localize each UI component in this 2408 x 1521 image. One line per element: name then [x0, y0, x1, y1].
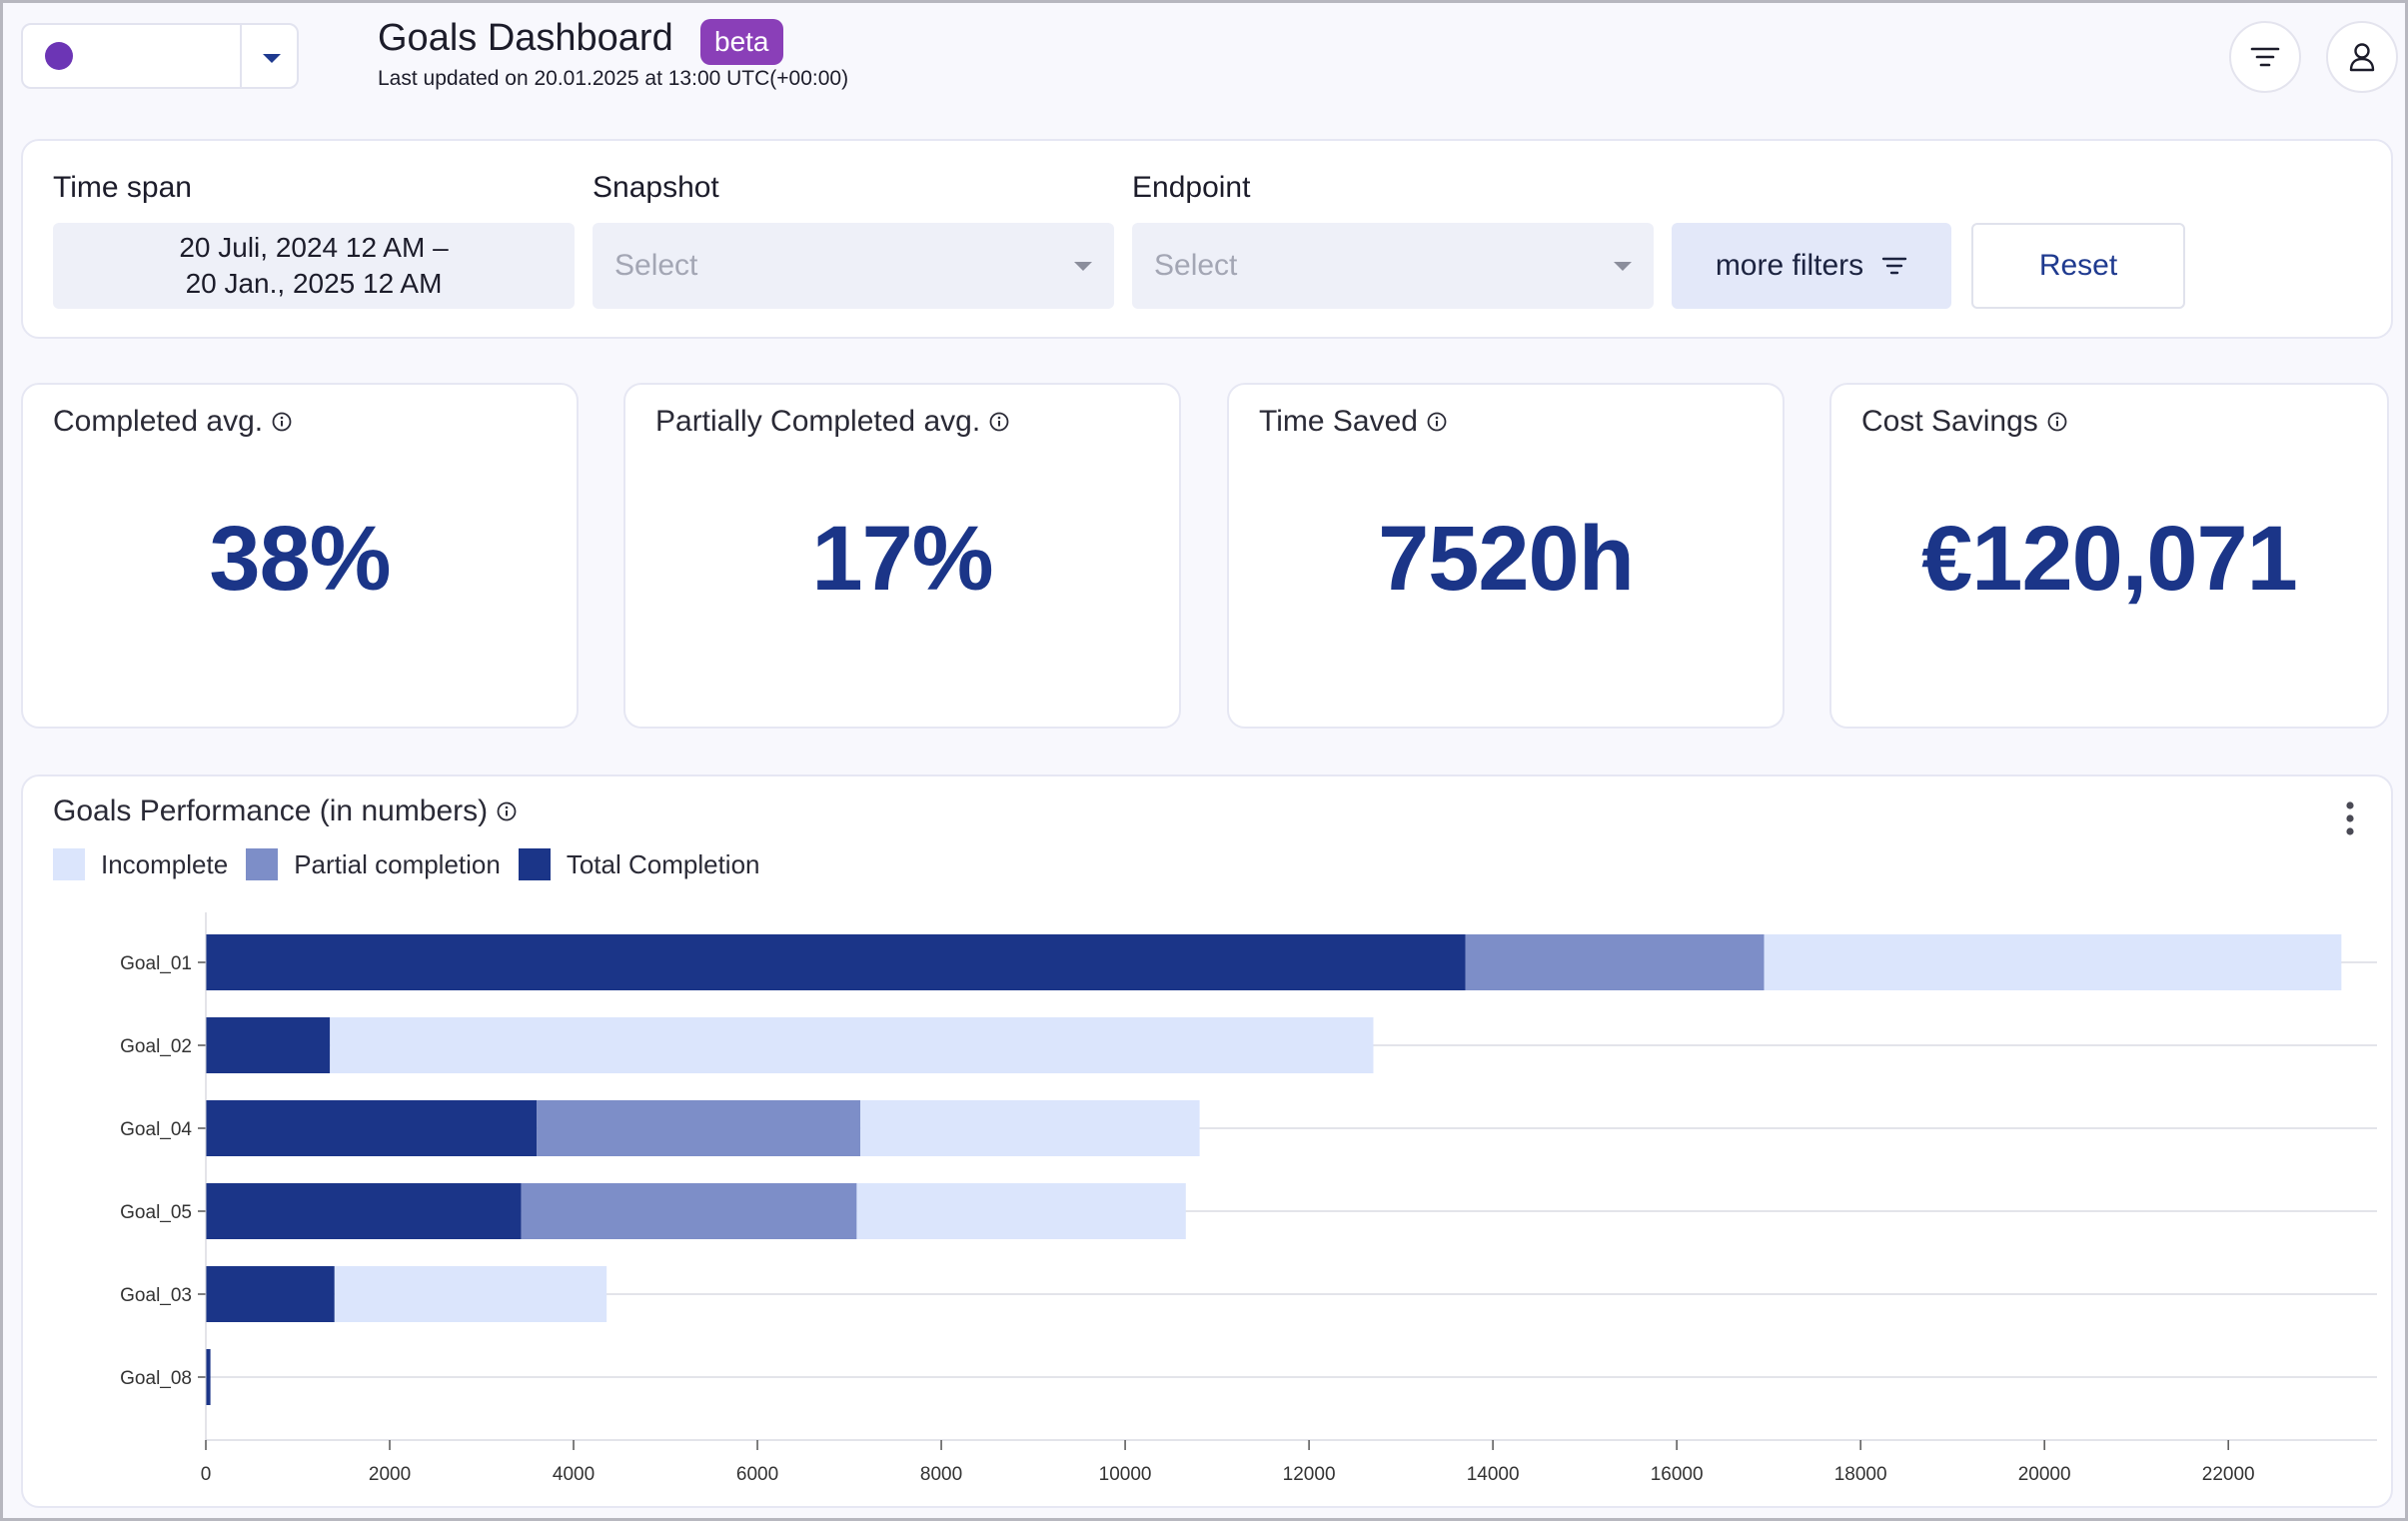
bar-total-completion: [206, 1100, 538, 1156]
bar-incomplete: [856, 1183, 1186, 1239]
time-span-picker[interactable]: 20 Juli, 2024 12 AM – 20 Jan., 2025 12 A…: [53, 223, 575, 309]
info-icon[interactable]: [271, 411, 293, 433]
x-tick-label: 12000: [1283, 1464, 1336, 1485]
y-tick-label: Goal_04: [120, 1119, 192, 1140]
divider: [240, 25, 242, 87]
bar-total-completion: [206, 934, 1466, 990]
goals-performance-chart: Goal_01 Goal_02 Goal_04 Goal_05 Goal_03 Goal_…: [120, 912, 2377, 1485]
info-icon[interactable]: [1426, 411, 1448, 433]
endpoint-label: Endpoint: [1132, 171, 1251, 204]
info-icon[interactable]: [988, 411, 1010, 433]
x-tick-label: 20000: [2018, 1464, 2071, 1485]
bar-incomplete: [860, 1100, 1200, 1156]
bar-total-completion: [206, 1017, 331, 1073]
bar-total-completion: [206, 1349, 211, 1405]
kpi-card-completed: Completed avg. 38%: [21, 383, 579, 729]
filter-panel: Time span 20 Juli, 2024 12 AM – 20 Jan.,…: [21, 139, 2393, 339]
chevron-down-icon: [1614, 262, 1632, 271]
x-tick-label: 10000: [1099, 1464, 1152, 1485]
bar-incomplete: [334, 1266, 607, 1322]
time-span-end: 20 Jan., 2025 12 AM: [185, 268, 443, 299]
bar-partial-completion: [521, 1183, 857, 1239]
goals-performance-card: Goals Performance (in numbers) Incomplet…: [21, 774, 2393, 1508]
snapshot-select[interactable]: Select: [593, 223, 1114, 309]
last-updated-text: Last updated on 20.01.2025 at 13:00 UTC(…: [378, 67, 849, 90]
time-span-start: 20 Juli, 2024 12 AM –: [179, 232, 449, 263]
more-filters-label: more filters: [1715, 249, 1864, 282]
x-tick-label: 22000: [2202, 1464, 2255, 1485]
snapshot-label: Snapshot: [593, 171, 719, 204]
kpi-card-partially-completed: Partially Completed avg. 17%: [623, 383, 1181, 729]
filter-button[interactable]: [2229, 21, 2301, 93]
user-profile-button[interactable]: [2326, 21, 2398, 93]
organization-selector[interactable]: [21, 23, 299, 89]
y-tick-label: Goal_02: [120, 1036, 192, 1057]
filter-icon: [1881, 257, 1907, 275]
bar-partial-completion: [1465, 934, 1765, 990]
kpi-value: 7520h: [1378, 508, 1635, 610]
chevron-down-icon[interactable]: [263, 54, 281, 63]
kpi-title-text: Time Saved: [1259, 405, 1418, 438]
time-span-label: Time span: [53, 171, 192, 204]
filter-icon: [2250, 47, 2280, 67]
bar-incomplete: [1764, 934, 2342, 990]
info-icon[interactable]: [2046, 411, 2068, 433]
kpi-title-text: Partially Completed avg.: [655, 405, 981, 438]
chevron-down-icon: [1074, 262, 1092, 271]
beta-badge: beta: [700, 19, 783, 65]
kpi-title: Cost Savings: [1861, 405, 2068, 439]
y-tick-label: Goal_03: [120, 1285, 192, 1306]
kpi-value: €120,071: [1921, 508, 2298, 610]
kpi-title: Time Saved: [1259, 405, 1448, 439]
x-tick-label: 8000: [920, 1464, 962, 1485]
organization-avatar: [45, 42, 73, 70]
endpoint-select[interactable]: Select: [1132, 223, 1654, 309]
y-tick-label: Goal_05: [120, 1202, 192, 1223]
reset-button[interactable]: Reset: [1971, 223, 2185, 309]
kpi-title-text: Cost Savings: [1861, 405, 2038, 438]
kpi-value: 17%: [811, 508, 993, 610]
bar-total-completion: [206, 1183, 522, 1239]
bar-incomplete: [330, 1017, 1374, 1073]
kpi-title-text: Completed avg.: [53, 405, 264, 438]
kpi-card-cost-savings: Cost Savings €120,071: [1829, 383, 2389, 729]
kpi-card-time-saved: Time Saved 7520h: [1227, 383, 1785, 729]
page-title: Goals Dashboard: [378, 17, 673, 59]
x-tick-label: 4000: [553, 1464, 595, 1485]
more-filters-button[interactable]: more filters: [1672, 223, 1951, 309]
y-tick-label: Goal_08: [120, 1368, 192, 1389]
y-tick-label: Goal_01: [120, 953, 192, 974]
kpi-title: Partially Completed avg.: [655, 405, 1010, 439]
bar-total-completion: [206, 1266, 335, 1322]
snapshot-placeholder: Select: [614, 249, 698, 282]
x-tick-label: 16000: [1651, 1464, 1704, 1485]
endpoint-placeholder: Select: [1154, 249, 1238, 282]
x-tick-label: 18000: [1834, 1464, 1887, 1485]
kpi-title: Completed avg.: [53, 405, 293, 439]
x-tick-label: 2000: [369, 1464, 411, 1485]
bar-partial-completion: [537, 1100, 861, 1156]
x-tick-label: 14000: [1467, 1464, 1520, 1485]
x-tick-label: 0: [201, 1464, 212, 1485]
kpi-value: 38%: [209, 508, 391, 610]
user-icon: [2349, 43, 2375, 72]
x-tick-label: 6000: [736, 1464, 778, 1485]
